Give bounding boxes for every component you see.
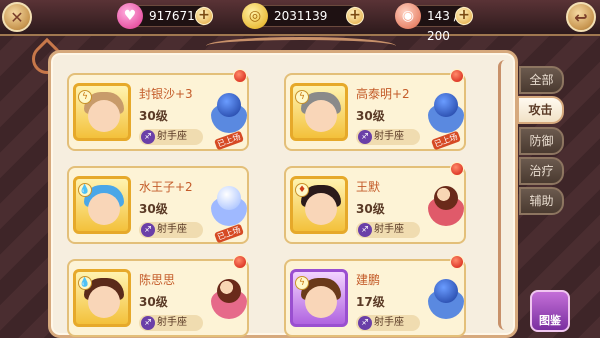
sagittarius-icon: ♐ bbox=[358, 223, 372, 237]
add-gold-button[interactable]: + bbox=[346, 7, 364, 25]
hero-list-panel: ϟ 封银沙+3 30级 ♐ 射手座 已上场 ϟ 高泰明+2 30级 ♐ 射手座 … bbox=[48, 50, 518, 338]
hero-level: 17级 bbox=[356, 295, 385, 309]
pet-doll bbox=[426, 186, 466, 228]
water-element-icon: 💧 bbox=[78, 276, 92, 290]
hero-portrait: ϟ bbox=[290, 83, 348, 141]
hero-level: 30级 bbox=[139, 109, 168, 123]
zodiac-sign: ♐ 射手座 bbox=[356, 222, 420, 238]
coin-icon: ◎ bbox=[242, 3, 268, 29]
back-arrow-icon[interactable]: ↩ bbox=[566, 2, 596, 32]
pet-crystal bbox=[209, 93, 249, 135]
hero-name: 封银沙+3 bbox=[139, 87, 193, 101]
hero-level: 30级 bbox=[139, 295, 168, 309]
pet-crystal bbox=[426, 279, 466, 321]
hero-name: 王默 bbox=[356, 180, 381, 194]
notification-dot bbox=[233, 69, 247, 83]
tab-defense[interactable]: 防御 bbox=[519, 127, 564, 155]
tab-attack[interactable]: 攻击 bbox=[517, 96, 564, 124]
add-stamina-button[interactable]: + bbox=[455, 7, 473, 25]
hero-card[interactable]: 💧 水王子+2 30级 ♐ 射手座 已上场 bbox=[67, 166, 249, 244]
gems-counter: ♥ 9176715 + bbox=[117, 3, 213, 29]
zodiac-sign: ♐ 射手座 bbox=[356, 315, 420, 331]
hero-card[interactable]: 💧 陈思思 30级 ♐ 射手座 bbox=[67, 255, 249, 337]
hero-name: 高泰明+2 bbox=[356, 87, 410, 101]
sagittarius-icon: ♐ bbox=[141, 130, 155, 144]
zodiac-sign: ♐ 射手座 bbox=[139, 222, 203, 238]
hero-level: 30级 bbox=[356, 109, 385, 123]
panel-side-ornament bbox=[498, 60, 512, 330]
pet-crystal bbox=[426, 93, 466, 135]
sagittarius-icon: ♐ bbox=[141, 316, 155, 330]
notification-dot bbox=[450, 69, 464, 83]
pet-doll bbox=[209, 279, 249, 321]
hero-level: 30级 bbox=[356, 202, 385, 216]
thunder-element-icon: ϟ bbox=[295, 90, 309, 104]
tab-all[interactable]: 全部 bbox=[519, 66, 564, 94]
heart-gem-icon: ♥ bbox=[117, 3, 143, 29]
hero-card[interactable]: ϟ 封银沙+3 30级 ♐ 射手座 已上场 bbox=[67, 69, 249, 151]
hero-name: 建鹏 bbox=[356, 273, 381, 287]
hero-name: 水王子+2 bbox=[139, 180, 193, 194]
notification-dot bbox=[233, 255, 247, 269]
pet-butterfly-fairy bbox=[209, 186, 249, 228]
gold-counter: ◎ 2031139 + bbox=[242, 3, 364, 29]
hero-portrait: ♦ bbox=[290, 176, 348, 234]
zodiac-sign: ♐ 射手座 bbox=[139, 315, 203, 331]
donut-icon: ◉ bbox=[395, 3, 421, 29]
hero-level: 30级 bbox=[139, 202, 168, 216]
stamina-counter: ◉ 143 / 200 + bbox=[395, 3, 473, 43]
hero-card[interactable]: ϟ 建鹏 17级 ♐ 射手座 bbox=[284, 255, 466, 337]
sagittarius-icon: ♐ bbox=[358, 316, 372, 330]
hero-card[interactable]: ♦ 王默 30级 ♐ 射手座 bbox=[284, 162, 466, 244]
hero-card[interactable]: ϟ 高泰明+2 30级 ♐ 射手座 已上场 bbox=[284, 69, 466, 151]
gallery-button[interactable]: 图鉴 bbox=[530, 290, 570, 332]
fire-element-icon: ♦ bbox=[295, 183, 309, 197]
hero-name: 陈思思 bbox=[139, 273, 176, 287]
notification-dot bbox=[450, 162, 464, 176]
close-icon[interactable]: ✕ bbox=[2, 2, 32, 32]
zodiac-sign: ♐ 射手座 bbox=[356, 129, 420, 145]
gold-value: 2031139 bbox=[274, 9, 328, 23]
sagittarius-icon: ♐ bbox=[141, 223, 155, 237]
sagittarius-icon: ♐ bbox=[358, 130, 372, 144]
add-gems-button[interactable]: + bbox=[195, 7, 213, 25]
hero-portrait: ϟ bbox=[290, 269, 348, 327]
hero-portrait: 💧 bbox=[73, 176, 131, 234]
thunder-element-icon: ϟ bbox=[295, 276, 309, 290]
hero-portrait: 💧 bbox=[73, 269, 131, 327]
notification-dot bbox=[450, 255, 464, 269]
thunder-element-icon: ϟ bbox=[78, 90, 92, 104]
tab-support[interactable]: 辅助 bbox=[519, 187, 564, 215]
water-element-icon: 💧 bbox=[78, 183, 92, 197]
tab-heal[interactable]: 治疗 bbox=[519, 157, 564, 185]
hero-portrait: ϟ bbox=[73, 83, 131, 141]
zodiac-sign: ♐ 射手座 bbox=[139, 129, 203, 145]
gallery-label: 图鉴 bbox=[539, 314, 561, 327]
top-bar: ✕ ♥ 9176715 + ◎ 2031139 + ◉ 143 / 200 + … bbox=[0, 0, 600, 43]
